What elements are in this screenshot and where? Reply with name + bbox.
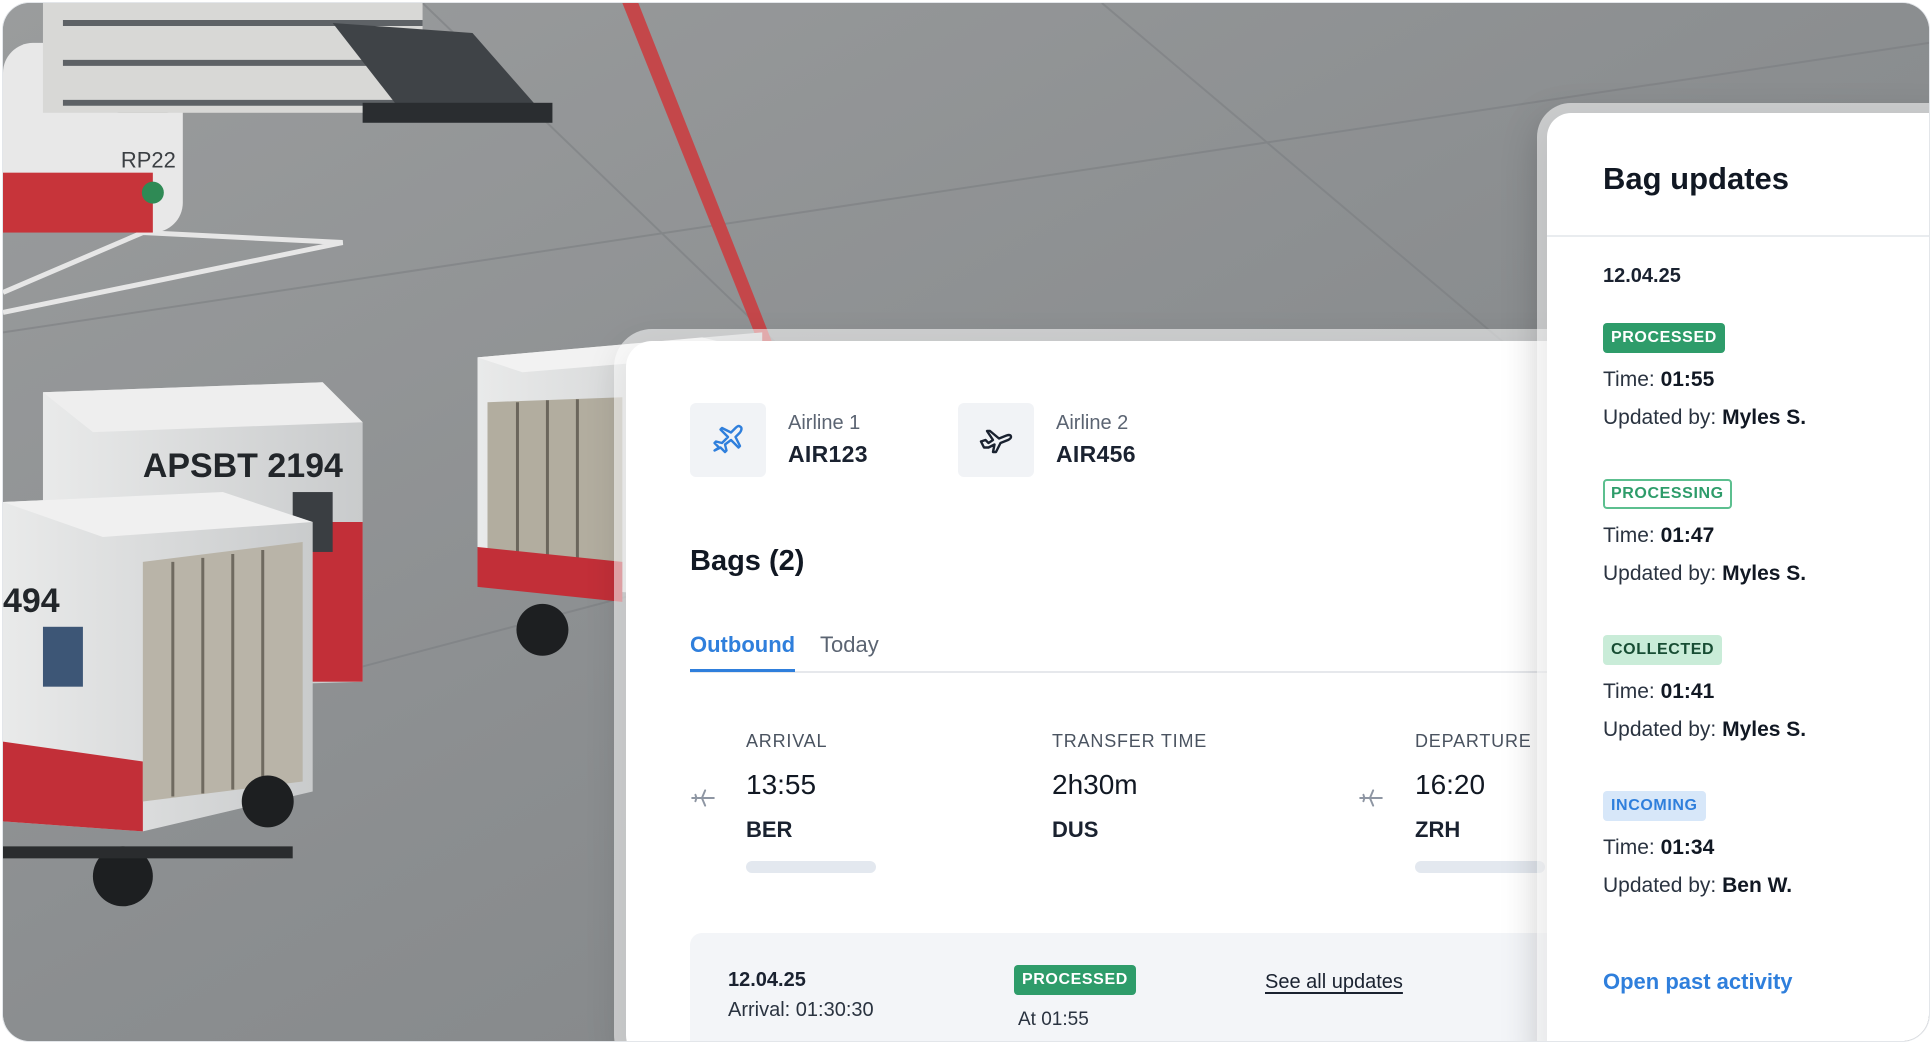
vehicle-number: RP22 xyxy=(121,148,176,173)
updates-date: 12.04.25 xyxy=(1603,265,1681,287)
departure-airport: ZRH xyxy=(1415,817,1461,842)
update-time: Time: 01:41 xyxy=(1603,680,1715,703)
arrival-time: 13:55 xyxy=(746,769,817,800)
update-author: Updated by: Ben W. xyxy=(1603,874,1793,897)
tab-outbound[interactable]: Outbound xyxy=(690,629,796,672)
status-badge: PROCESSED xyxy=(1603,323,1725,353)
departure-progress-bar xyxy=(1415,861,1545,873)
departure-label: DEPARTURE xyxy=(1415,731,1532,751)
bag-updates-panel: Bag updates 12.04.25 PROCESSED Time: 01:… xyxy=(1547,113,1929,1041)
update-time: Time: 01:55 xyxy=(1603,368,1715,391)
transfer-column: TRANSFER TIME 2h30m DUS xyxy=(1052,729,1207,845)
airline-1[interactable]: Airline 1 AIR123 xyxy=(690,403,868,477)
bags-title: Bags (2) xyxy=(690,545,805,577)
container-label: APSBT 2194 xyxy=(143,447,343,485)
departure-time: 16:20 xyxy=(1415,769,1486,800)
arrival-plane-icon xyxy=(691,789,715,807)
bag-details-panel: Airline 1 AIR123 Airline 2 AIR456 Bags (… xyxy=(626,341,1670,1041)
transfer-time: 2h30m xyxy=(1052,769,1138,800)
updates-title: Bag updates xyxy=(1603,161,1790,196)
airline-code: AIR123 xyxy=(788,441,868,467)
plane-takeoff-icon xyxy=(690,403,766,477)
open-past-activity-link[interactable]: Open past activity xyxy=(1603,969,1793,995)
summary-arrival: Arrival: 01:30:30 xyxy=(728,999,874,1021)
summary-status-time: At 01:55 xyxy=(1018,1009,1089,1030)
update-entry: PROCESSED Time: 01:55 Updated by: Myles … xyxy=(1603,323,1806,433)
airline-code: AIR456 xyxy=(1056,441,1136,467)
airline-label: Airline 1 xyxy=(788,412,861,434)
app-frame: RP22 APSBT 2194 494 Airline 1 AIR123 Air… xyxy=(2,2,1930,1042)
update-entry: COLLECTED Time: 01:41 Updated by: Myles … xyxy=(1603,635,1806,745)
container-label: 494 xyxy=(3,582,60,620)
update-time: Time: 01:47 xyxy=(1603,524,1715,547)
arrival-column: ARRIVAL 13:55 BER xyxy=(746,729,876,873)
update-author: Updated by: Myles S. xyxy=(1603,718,1807,741)
plane-icon xyxy=(958,403,1034,477)
transfer-airport: DUS xyxy=(1052,817,1099,842)
airline-label: Airline 2 xyxy=(1056,412,1129,434)
update-entry: INCOMING Time: 01:34 Updated by: Ben W. xyxy=(1603,791,1792,901)
arrival-airport: BER xyxy=(746,817,793,842)
divider xyxy=(1547,235,1929,237)
see-all-updates-link[interactable]: See all updates xyxy=(1265,971,1403,994)
bag-summary-card: 12.04.25 Arrival: 01:30:30 PROCESSED At … xyxy=(690,933,1650,1041)
status-badge: INCOMING xyxy=(1603,791,1706,821)
bags-tabs: Outbound Today xyxy=(690,629,1670,673)
status-badge: PROCESSING xyxy=(1603,479,1732,509)
airline-2[interactable]: Airline 2 AIR456 xyxy=(958,403,1136,477)
status-badge: PROCESSED xyxy=(1014,965,1136,995)
update-author: Updated by: Myles S. xyxy=(1603,406,1807,429)
arrival-label: ARRIVAL xyxy=(746,731,828,751)
departure-column: DEPARTURE 16:20 ZRH xyxy=(1415,729,1545,873)
update-author: Updated by: Myles S. xyxy=(1603,562,1807,585)
arrival-progress-bar xyxy=(746,861,876,873)
status-badge: COLLECTED xyxy=(1603,635,1723,665)
update-entry: PROCESSING Time: 01:47 Updated by: Myles… xyxy=(1603,479,1806,589)
summary-date: 12.04.25 xyxy=(728,969,806,991)
update-time: Time: 01:34 xyxy=(1603,836,1715,859)
departure-plane-icon xyxy=(1359,789,1383,807)
tab-today[interactable]: Today xyxy=(820,629,879,661)
transfer-label: TRANSFER TIME xyxy=(1052,731,1208,751)
